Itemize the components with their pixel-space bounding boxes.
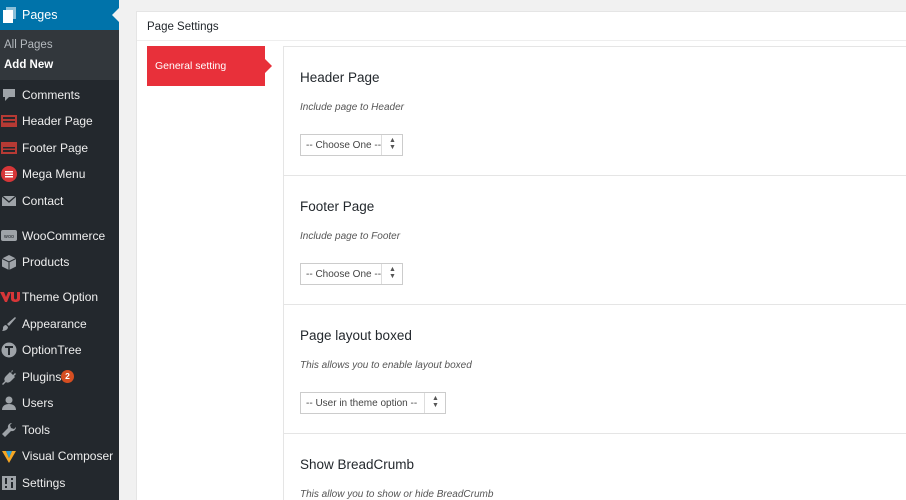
footer-page-icon — [1, 140, 17, 156]
sidebar-item-label: Plugins — [22, 370, 62, 384]
submenu-all-pages[interactable]: All Pages — [4, 39, 53, 51]
sidebar-item-label: WooCommerce — [22, 229, 106, 243]
section-title: Header Page — [300, 70, 380, 85]
sidebar-item-tools[interactable]: Tools — [0, 419, 119, 443]
layout-boxed-select[interactable]: -- User in theme option -- ▲ ▼ — [300, 392, 446, 414]
settings-icon — [1, 475, 17, 491]
select-arrows: ▲ ▼ — [381, 135, 402, 155]
sidebar-item-woocommerce[interactable]: woo WooCommerce — [0, 225, 119, 249]
wrench-icon — [1, 422, 17, 438]
section-description: This allow you to show or hide BreadCrum… — [300, 489, 494, 500]
chevron-up-down-icon: ▲ ▼ — [389, 137, 396, 151]
sidebar-item-optiontree[interactable]: OptionTree — [0, 339, 119, 363]
pages-icon — [3, 7, 17, 26]
box-icon — [1, 254, 17, 270]
comment-icon — [1, 87, 17, 103]
svg-text:woo: woo — [4, 234, 14, 240]
breadcrumb-section: Show BreadCrumb This allow you to show o… — [284, 434, 906, 500]
section-description: Include page to Footer — [300, 231, 401, 242]
brush-icon — [1, 316, 17, 332]
users-icon — [1, 395, 17, 411]
metabox-header[interactable]: Page Settings — [137, 12, 906, 41]
theme-logo-icon — [0, 289, 20, 305]
select-value: -- Choose One -- — [306, 269, 382, 280]
sidebar-item-plugins[interactable]: Plugins 2 — [0, 366, 119, 390]
sidebar-item-label: Tools — [22, 423, 51, 437]
sidebar-item-pages[interactable]: Pages — [0, 0, 119, 30]
footer-page-section: Footer Page Include page to Footer -- Ch… — [284, 176, 906, 305]
tab-general-setting[interactable]: General setting — [147, 46, 272, 86]
section-description: This allows you to enable layout boxed — [300, 360, 472, 371]
sidebar-item-appearance[interactable]: Appearance — [0, 313, 119, 337]
page-settings-metabox: Page Settings General setting Header Pag… — [136, 12, 906, 500]
sidebar-item-comments[interactable]: Comments — [0, 84, 119, 108]
optiontree-icon — [1, 342, 17, 358]
select-arrows: ▲ ▼ — [424, 393, 445, 413]
header-page-section: Header Page Include page to Header -- Ch… — [284, 47, 906, 176]
chevron-up-down-icon: ▲ ▼ — [389, 266, 396, 280]
section-title: Footer Page — [300, 199, 375, 214]
sidebar-item-visual-composer[interactable]: Visual Composer — [0, 445, 119, 469]
section-title: Show BreadCrumb — [300, 457, 415, 472]
sidebar-item-header-page[interactable]: Header Page — [0, 110, 119, 134]
tab-active-arrow — [265, 59, 272, 73]
admin-sidebar: Pages All Pages Add New Comments Header … — [0, 0, 119, 500]
sidebar-item-label: Appearance — [22, 317, 87, 331]
sidebar-item-users[interactable]: Users — [0, 392, 119, 416]
sidebar-item-label: OptionTree — [22, 343, 82, 357]
update-count-badge: 2 — [61, 370, 74, 383]
select-value: -- User in theme option -- — [306, 398, 418, 409]
pages-submenu: All Pages Add New — [0, 30, 119, 80]
sidebar-item-label: Settings — [22, 476, 66, 490]
sidebar-item-label: Pages — [22, 8, 58, 22]
select-arrows: ▲ ▼ — [381, 264, 402, 284]
sidebar-item-settings[interactable]: Settings — [0, 472, 119, 496]
chevron-up-down-icon: ▲ ▼ — [432, 395, 439, 409]
header-page-icon — [1, 113, 17, 129]
sidebar-item-label: Visual Composer — [22, 449, 114, 463]
sidebar-item-label: Users — [22, 396, 54, 410]
visual-composer-icon — [1, 448, 17, 464]
sidebar-item-label: Comments — [22, 88, 81, 102]
tab-label: General setting — [155, 60, 227, 72]
layout-boxed-section: Page layout boxed This allows you to ena… — [284, 305, 906, 434]
sidebar-item-products[interactable]: Products — [0, 251, 119, 275]
sidebar-item-label: Footer Page — [22, 141, 89, 155]
mega-menu-icon — [1, 166, 17, 182]
mail-icon — [1, 193, 17, 209]
sidebar-item-contact[interactable]: Contact — [0, 190, 119, 214]
sidebar-item-label: Products — [22, 255, 70, 269]
sidebar-item-label: Theme Option — [22, 290, 99, 304]
sidebar-item-theme-option[interactable]: Theme Option — [0, 286, 119, 310]
metabox-title: Page Settings — [147, 21, 219, 33]
section-title: Page layout boxed — [300, 328, 412, 343]
section-description: Include page to Header — [300, 102, 404, 113]
submenu-add-new[interactable]: Add New — [4, 59, 53, 71]
footer-page-select[interactable]: -- Choose One -- ▲ ▼ — [300, 263, 403, 285]
sidebar-item-mega-menu[interactable]: Mega Menu — [0, 163, 119, 187]
plug-icon — [1, 369, 17, 385]
header-page-select[interactable]: -- Choose One -- ▲ ▼ — [300, 134, 403, 156]
select-value: -- Choose One -- — [306, 140, 382, 151]
sidebar-item-label: Mega Menu — [22, 167, 86, 181]
sidebar-item-footer-page[interactable]: Footer Page — [0, 137, 119, 161]
sidebar-item-label: Header Page — [22, 114, 93, 128]
woocommerce-icon: woo — [1, 228, 17, 244]
previous-box-edge — [136, 0, 906, 12]
settings-panel: Header Page Include page to Header -- Ch… — [283, 46, 906, 500]
sidebar-item-label: Contact — [22, 194, 64, 208]
current-menu-arrow — [112, 8, 119, 22]
